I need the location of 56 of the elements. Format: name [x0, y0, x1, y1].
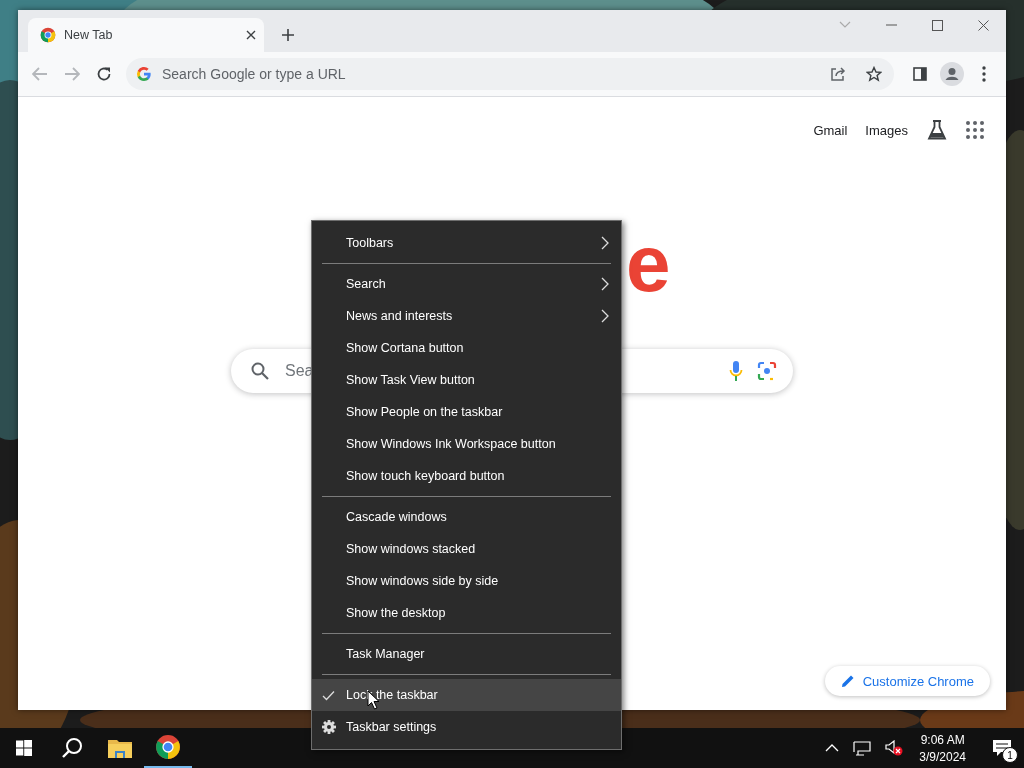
network-icon: [853, 740, 872, 756]
share-icon[interactable]: [830, 66, 846, 82]
chevron-down-icon: [839, 21, 851, 29]
address-bar[interactable]: Search Google or type a URL: [126, 58, 894, 90]
profile-button[interactable]: [938, 60, 966, 88]
camera-icon[interactable]: [757, 361, 777, 381]
search-icon: [251, 362, 269, 380]
flask-icon[interactable]: [926, 119, 948, 141]
chrome-icon: [40, 27, 56, 43]
windows-logo-icon: [16, 740, 32, 756]
maximize-icon: [931, 19, 943, 31]
header-link[interactable]: Gmail: [813, 122, 848, 138]
menu-item[interactable]: Show windows side by side: [312, 565, 621, 597]
menu-item[interactable]: News and interests: [312, 300, 621, 332]
google-g-icon: [136, 66, 152, 82]
header-link[interactable]: Images: [865, 122, 908, 138]
menu-item[interactable]: Show windows stacked: [312, 533, 621, 565]
arrow-right-icon: [64, 67, 80, 81]
chrome-icon: [155, 734, 181, 760]
menu-icon: [982, 66, 986, 82]
chevron-right-icon: [601, 277, 609, 291]
chevron-up-icon: [825, 744, 840, 752]
bookmark-star-icon[interactable]: [866, 66, 882, 82]
folder-icon: [108, 738, 132, 758]
action-center-button[interactable]: 1: [980, 728, 1024, 768]
menu-item[interactable]: Show Windows Ink Workspace button: [312, 428, 621, 460]
menu-item[interactable]: Cascade windows: [312, 501, 621, 533]
arrow-left-icon: [32, 67, 48, 81]
side-panel-icon: [913, 67, 927, 81]
apps-grid-icon[interactable]: [966, 121, 984, 139]
menu-item[interactable]: Show the desktop: [312, 597, 621, 629]
clock[interactable]: 9:06 AM 3/9/2024: [913, 732, 972, 764]
search-icon: [61, 737, 83, 759]
browser-tab[interactable]: New Tab: [28, 18, 264, 52]
menu-item[interactable]: Task Manager: [312, 638, 621, 670]
menu-item[interactable]: Show touch keyboard button: [312, 460, 621, 492]
close-icon: [977, 19, 989, 31]
menu-item[interactable]: Taskbar settings: [312, 711, 621, 743]
menu-item[interactable]: Show Cortana button: [312, 332, 621, 364]
notification-count: 1: [1002, 747, 1018, 763]
reload-icon: [96, 66, 112, 82]
close-icon[interactable]: [246, 30, 256, 40]
customize-chrome-button[interactable]: Customize Chrome: [824, 666, 990, 696]
minimize-icon: [885, 24, 897, 26]
microphone-icon[interactable]: [729, 360, 743, 382]
settings-icon: [322, 720, 336, 734]
logo-text: e: [626, 229, 671, 299]
menu-item[interactable]: Toolbars: [312, 227, 621, 259]
avatar-icon: [940, 62, 964, 86]
menu-item[interactable]: Show People on the taskbar: [312, 396, 621, 428]
plus-icon: [281, 28, 295, 42]
chevron-right-icon: [601, 309, 609, 323]
menu-item[interactable]: Search: [312, 268, 621, 300]
chevron-right-icon: [601, 236, 609, 250]
pencil-icon: [840, 674, 855, 688]
menu-item[interactable]: Show Task View button: [312, 364, 621, 396]
